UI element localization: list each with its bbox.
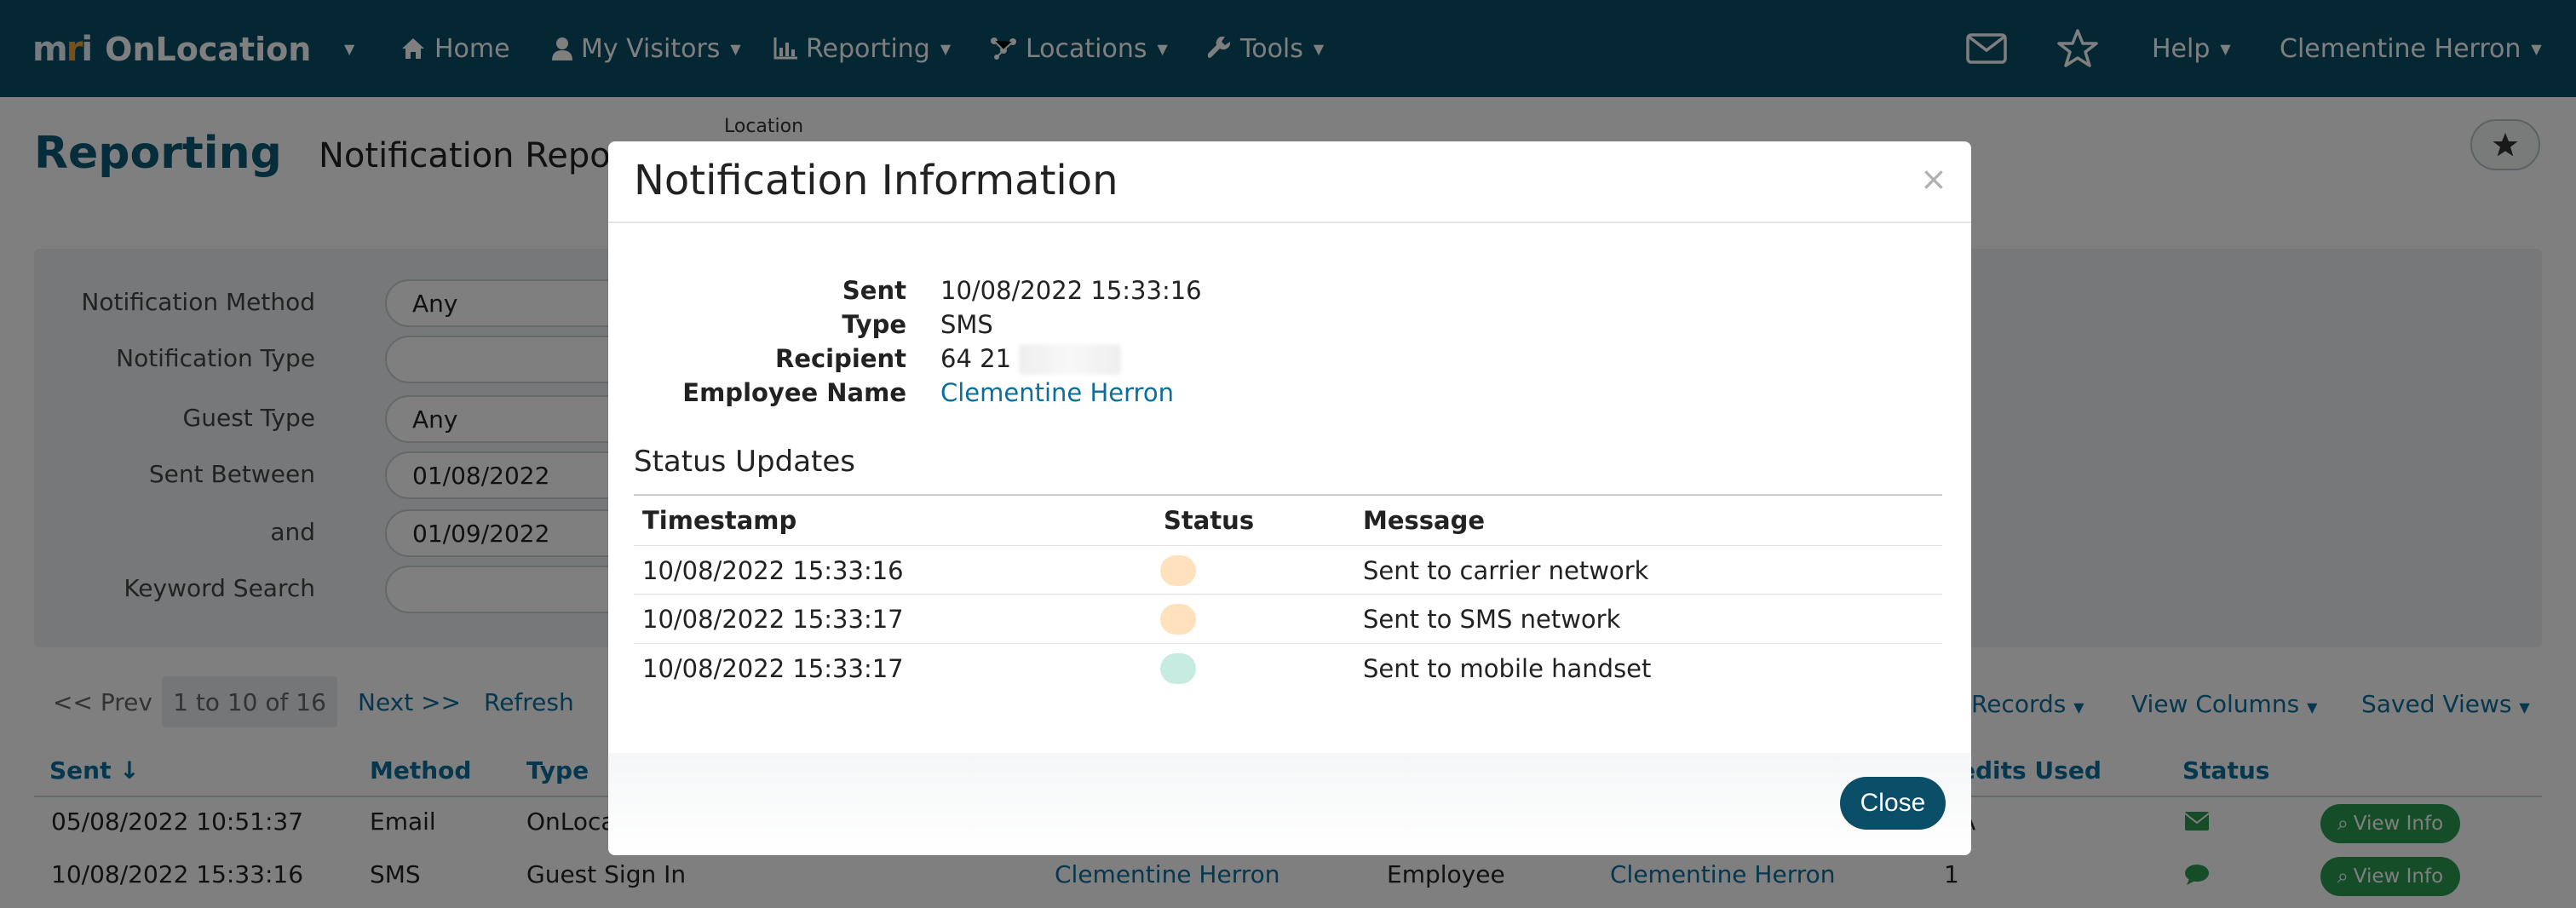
close-button[interactable]: Close [1840, 777, 1946, 830]
status-header-status: Status [1164, 506, 1254, 535]
detail-value-recipient: 64 21 [940, 344, 1011, 373]
status-indicator-dot [1160, 653, 1196, 684]
notification-info-modal: Notification Information × Sent 10/08/20… [608, 141, 1971, 855]
status-row: 10/08/2022 15:33:16 Sent to carrier netw… [634, 545, 1942, 595]
detail-label-type: Type [608, 310, 906, 339]
detail-value-type: SMS [940, 310, 993, 339]
status-table-divider [634, 494, 1942, 496]
status-updates-heading: Status Updates [634, 445, 855, 479]
status-timestamp: 10/08/2022 15:33:16 [642, 556, 904, 585]
detail-value-sent: 10/08/2022 15:33:16 [940, 276, 1202, 305]
status-message: Sent to SMS network [1363, 605, 1620, 634]
detail-label-employee: Employee Name [608, 378, 906, 407]
redacted-phone-mask [1019, 344, 1121, 375]
modal-footer [608, 753, 1971, 855]
close-icon[interactable]: × [1920, 160, 1947, 198]
status-message: Sent to carrier network [1363, 556, 1648, 585]
status-header-message: Message [1363, 506, 1485, 535]
modal-title: Notification Information [634, 157, 1118, 204]
status-timestamp: 10/08/2022 15:33:17 [642, 654, 904, 683]
status-indicator-dot [1160, 555, 1196, 586]
status-row: 10/08/2022 15:33:17 Sent to mobile hands… [634, 644, 1942, 693]
detail-label-sent: Sent [608, 276, 906, 305]
employee-name-link[interactable]: Clementine Herron [940, 378, 1174, 407]
status-indicator-dot [1160, 604, 1196, 635]
status-header-timestamp: Timestamp [642, 506, 796, 535]
modal-header: Notification Information × [608, 141, 1971, 223]
status-timestamp: 10/08/2022 15:33:17 [642, 605, 904, 634]
detail-label-recipient: Recipient [608, 344, 906, 373]
status-row: 10/08/2022 15:33:17 Sent to SMS network [634, 595, 1942, 644]
status-message: Sent to mobile handset [1363, 654, 1651, 683]
